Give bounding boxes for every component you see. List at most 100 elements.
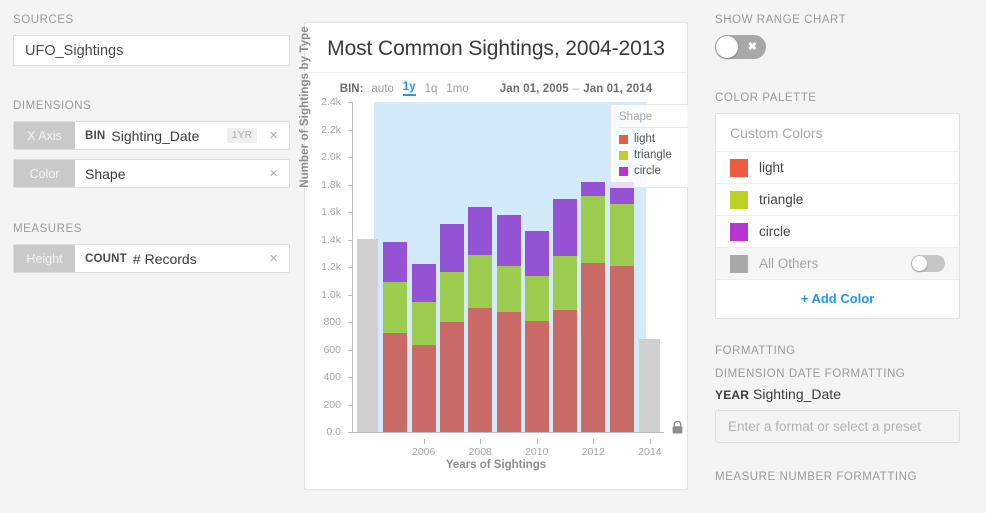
bar-segment-triangle-2007[interactable] [439,271,464,322]
bin-option-auto[interactable]: auto [371,83,393,95]
pill-agg-count: COUNT [85,252,127,265]
x-tick-label: 2012 [581,446,605,458]
sources-section-label: SOURCES [13,14,74,26]
palette-row-light[interactable]: light [716,152,959,184]
lock-icon[interactable] [672,421,683,434]
bar-segment-circle-2012[interactable] [581,181,606,197]
color-swatch-light[interactable] [730,158,748,177]
close-icon: ✖ [747,40,757,53]
bar-segment-light-2008[interactable] [468,308,493,432]
bar-segment-light-2007[interactable] [439,322,464,432]
bin-controls: BIN: auto 1y 1q 1mo Jan 01, 2005– Jan 01,… [305,73,687,96]
bin-date-range[interactable]: Jan 01, 2005– Jan 01, 2014 [500,83,652,95]
y-tick-label: 2.4k [321,96,341,108]
bar-segment-circle-2007[interactable] [439,224,464,272]
bar-segment-triangle-2011[interactable] [553,256,578,311]
bar-segment-triangle-2013[interactable] [609,204,634,266]
bin-date-dash: – [572,82,580,95]
palette-label-triangle: triangle [759,192,804,207]
bar-segment-light-2010[interactable] [524,320,549,432]
pill-body-color[interactable]: Shape × [75,160,289,187]
bar-segment-triangle-2008[interactable] [468,254,493,309]
bar-stack-2008[interactable] [468,206,493,432]
bar-stack-2012[interactable] [581,181,606,432]
x-tick-label: 2014 [638,446,662,458]
show-range-chart-toggle[interactable]: ✖ [715,35,766,59]
palette-label-circle: circle [759,224,791,239]
dimension-pill-color[interactable]: Color Shape × [13,159,290,188]
measure-pill-height[interactable]: Height COUNT # Records × [13,244,290,273]
color-swatch-triangle[interactable] [730,190,748,209]
bar-segment-triangle-2009[interactable] [496,265,521,313]
pill-body-x-axis[interactable]: BIN Sighting_Date 1YR × [75,122,289,149]
pill-field-num-records: # Records [132,250,197,267]
bar-all-others-2004[interactable] [356,238,378,432]
bin-date-end: Jan 01, 2014 [583,82,653,95]
y-tick-label: 600 [323,343,341,356]
legend-swatch-circle [619,166,628,176]
color-swatch-all-others[interactable] [730,254,748,273]
color-swatch-circle[interactable] [730,222,748,241]
bar-segment-triangle-2012[interactable] [581,196,606,263]
pill-body-height[interactable]: COUNT # Records × [75,245,289,272]
bin-option-1q[interactable]: 1q [425,83,438,95]
plot-area[interactable]: 0.0 200 400 600 800 1.0k 1.2k 1.4k 1.6k 1.8k 2.0k 2… [321,96,714,458]
add-color-button[interactable]: + Add Color [716,280,959,318]
bar-segment-light-2013[interactable] [609,265,634,432]
palette-row-all-others[interactable]: All Others [716,248,959,280]
y-tick-label: 800 [323,316,341,328]
bar-segment-triangle-2006[interactable] [411,302,436,346]
bar-stack-2013[interactable] [609,181,634,432]
bar-segment-circle-2006[interactable] [411,263,436,303]
bin-option-1y[interactable]: 1y [402,81,416,96]
bar-segment-light-2006[interactable] [411,345,436,432]
pill-tag-x-axis: X Axis [14,122,75,149]
bar-segment-light-2011[interactable] [553,310,578,432]
bar-segment-circle-2009[interactable] [496,215,521,266]
bar-segment-light-2005[interactable] [383,333,408,432]
bar-segment-light-2009[interactable] [496,312,521,432]
y-tick-mark [348,322,353,323]
remove-height-icon[interactable]: × [263,251,281,266]
y-tick-mark [348,377,353,378]
x-axis-line [352,432,664,433]
palette-row-circle[interactable]: circle [716,216,959,248]
bar-stack-2011[interactable] [553,198,578,432]
bar-segment-triangle-2005[interactable] [383,282,408,333]
bar-segment-circle-2008[interactable] [468,206,493,255]
all-others-toggle[interactable] [911,255,945,272]
date-format-input[interactable] [715,410,960,443]
remove-color-icon[interactable]: × [263,166,281,181]
dimension-pill-x-axis[interactable]: X Axis BIN Sighting_Date 1YR × [13,121,290,150]
y-tick-label: 1.4k [321,233,341,246]
bar-stack-2006[interactable] [411,263,436,432]
y-tick-mark [348,239,353,241]
palette-title: Custom Colors [716,114,959,152]
bar-stack-2007[interactable] [439,224,464,432]
x-tick-label: 2010 [525,446,549,458]
date-format-granularity: YEAR [715,388,750,402]
bar-segment-circle-2011[interactable] [553,198,578,256]
legend-label-light: light [634,133,656,145]
bin-option-1mo[interactable]: 1mo [446,83,468,95]
bar-stack-2009[interactable] [496,215,521,432]
bar-segment-circle-2005[interactable] [383,241,408,283]
bar-segment-circle-2010[interactable] [524,230,549,276]
y-tick-label: 1.0k [321,288,341,301]
bar-stack-2005[interactable] [383,241,408,432]
bar-segment-triangle-2010[interactable] [524,275,549,321]
left-config-panel: SOURCES UFO_Sightings DIMENSIONS X Axis … [0,0,303,513]
pill-tag-height: Height [14,245,75,272]
bar-all-others-2014[interactable] [639,338,661,432]
plot-wrapper: Number of Sightings by Type 0.0 200 400 600… [299,26,714,466]
source-select-ufo-sightings[interactable]: UFO_Sightings [13,35,290,66]
remove-x-axis-icon[interactable]: × [263,128,281,143]
pill-tag-color: Color [14,160,75,187]
bar-stack-2010[interactable] [524,230,549,432]
bar-segment-light-2012[interactable] [581,262,606,432]
formatting-section-label: FORMATTING [715,345,796,357]
palette-row-triangle[interactable]: triangle [716,184,959,216]
x-tick-mark [536,439,538,444]
